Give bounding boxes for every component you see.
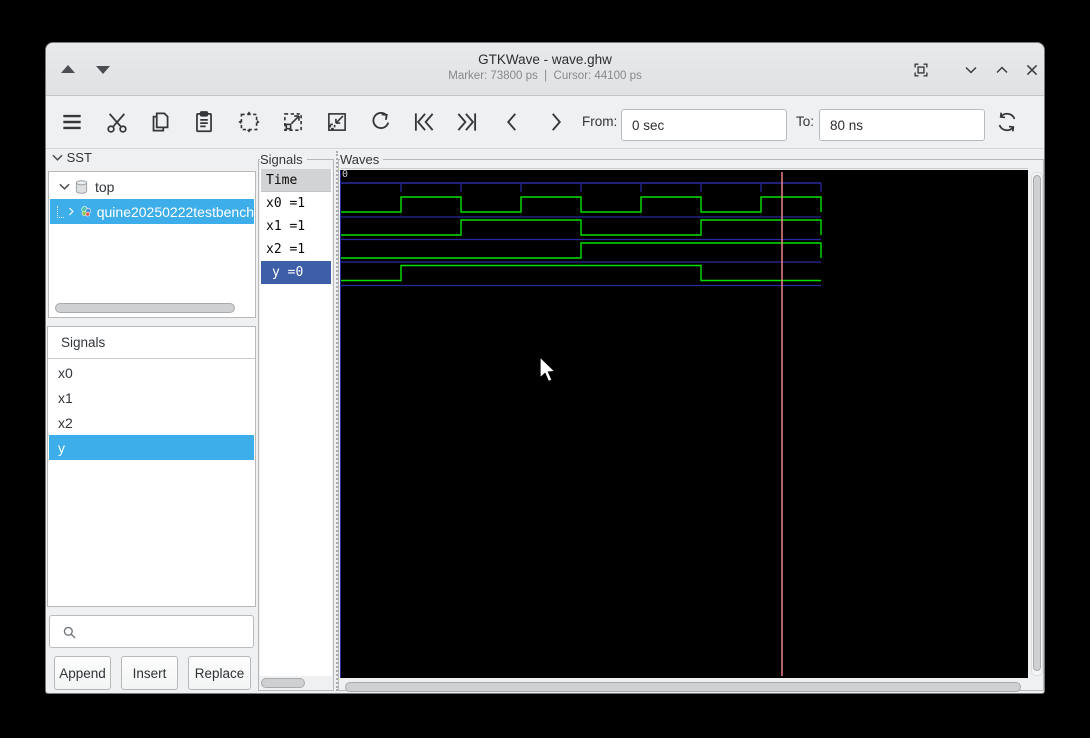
menu-icon[interactable] bbox=[55, 105, 89, 139]
next-edge-icon[interactable] bbox=[539, 105, 573, 139]
signal-list-header: Signals bbox=[48, 327, 255, 359]
zoom-out-icon[interactable] bbox=[320, 105, 354, 139]
append-button[interactable]: Append bbox=[54, 656, 111, 690]
sst-tree: top quine20250222testbench bbox=[48, 171, 256, 318]
from-label: From: bbox=[582, 114, 618, 129]
to-input[interactable] bbox=[819, 109, 985, 141]
insert-button[interactable]: Insert bbox=[121, 656, 178, 690]
minimize-icon[interactable] bbox=[961, 60, 981, 80]
tree-hscrollbar[interactable] bbox=[55, 303, 235, 313]
tree-branch-line bbox=[57, 205, 65, 218]
wave-name-row-x1[interactable]: x1 =1 bbox=[261, 215, 331, 238]
wave-name-row-x0[interactable]: x0 =1 bbox=[261, 192, 331, 215]
entity-icon bbox=[81, 206, 91, 217]
toolbar: From: To: bbox=[46, 96, 1044, 149]
chevron-down-icon[interactable] bbox=[59, 182, 70, 191]
maximize-icon[interactable] bbox=[992, 60, 1012, 80]
search-icon bbox=[63, 626, 76, 639]
signal-search[interactable] bbox=[49, 615, 254, 648]
waves-hscrollbar[interactable] bbox=[343, 681, 1027, 693]
timeline-origin-label: 0 bbox=[342, 170, 349, 180]
signal-list-item-x1[interactable]: x1 bbox=[49, 385, 254, 410]
to-label: To: bbox=[796, 114, 815, 129]
wave-name-row-x2[interactable]: x2 =1 bbox=[261, 238, 331, 261]
signal-list-item-x2[interactable]: x2 bbox=[49, 410, 254, 435]
go-end-icon[interactable] bbox=[450, 105, 484, 139]
titlebar[interactable]: GTKWave - wave.ghw Marker: 73800 ps | Cu… bbox=[46, 43, 1044, 96]
tree-item-label: quine20250222testbench bbox=[96, 203, 254, 220]
waves-panel-title: Waves bbox=[340, 152, 384, 167]
prev-edge-icon[interactable] bbox=[495, 105, 529, 139]
reload-icon[interactable] bbox=[990, 105, 1024, 139]
mouse-cursor bbox=[539, 356, 557, 383]
module-icon bbox=[75, 179, 88, 194]
copy-icon[interactable] bbox=[143, 105, 177, 139]
paste-icon[interactable] bbox=[187, 105, 221, 139]
names-panel-title: Signals bbox=[260, 152, 307, 167]
sst-expander[interactable]: SST bbox=[52, 150, 92, 165]
sst-label: SST bbox=[66, 150, 92, 165]
names-hscrollbar[interactable] bbox=[261, 678, 305, 688]
go-start-icon[interactable] bbox=[407, 105, 441, 139]
signal-list-item-y[interactable]: y bbox=[49, 435, 254, 460]
waves-vscrollbar[interactable] bbox=[1031, 172, 1043, 676]
wave-names-panel: Time x0 =1 x1 =1 x2 =1 y =0 bbox=[258, 159, 334, 691]
waveform-plot bbox=[340, 170, 822, 678]
waves-panel: 0 bbox=[338, 159, 1044, 693]
window-title: GTKWave - wave.ghw bbox=[478, 52, 612, 67]
zoom-fit-icon[interactable] bbox=[232, 105, 266, 139]
wave-name-row-y[interactable]: y =0 bbox=[261, 261, 331, 284]
tree-item-label: top bbox=[95, 178, 115, 195]
signal-list-item-x0[interactable]: x0 bbox=[49, 360, 254, 385]
fullscreen-icon[interactable] bbox=[911, 60, 931, 80]
time-header[interactable]: Time bbox=[261, 169, 331, 192]
close-icon[interactable] bbox=[1022, 60, 1042, 80]
tree-item-top[interactable]: top bbox=[50, 174, 254, 199]
marker-cursor-status: Marker: 73800 ps | Cursor: 44100 ps bbox=[448, 70, 642, 82]
chevron-right-icon[interactable] bbox=[68, 206, 75, 217]
from-input[interactable] bbox=[621, 109, 787, 141]
replace-button[interactable]: Replace bbox=[188, 656, 251, 690]
zoom-in-icon[interactable] bbox=[276, 105, 310, 139]
undo-icon[interactable] bbox=[363, 105, 397, 139]
search-input[interactable] bbox=[84, 618, 249, 645]
tree-item-testbench[interactable]: quine20250222testbench bbox=[50, 199, 254, 224]
cut-icon[interactable] bbox=[100, 105, 134, 139]
wave-canvas[interactable]: 0 bbox=[340, 170, 1028, 678]
signal-list-panel: Signals x0 x1 x2 y bbox=[47, 326, 256, 607]
